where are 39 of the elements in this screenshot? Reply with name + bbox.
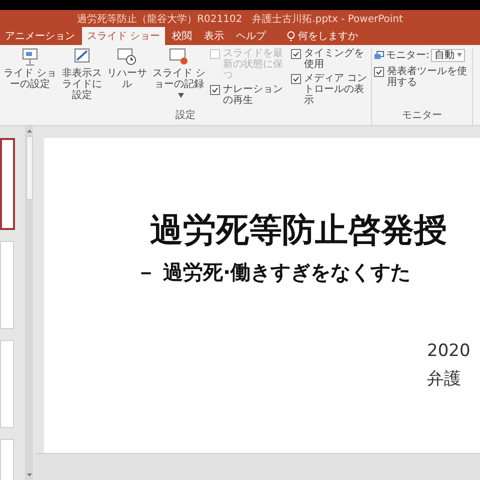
caret-icon [178,93,184,98]
checkbox[interactable]: 発表者ツールを使用する [374,66,470,88]
ribbon-button[interactable]: リハーサル [106,48,148,106]
monitor-label: モニター: [386,49,430,62]
checkmark-icon [375,68,383,76]
group-label: 設定 [174,108,196,123]
monitor-dropdown[interactable]: 自動 [431,48,466,62]
ribbon-tab[interactable]: スライド ショー [82,27,166,45]
checkmark-icon [292,50,300,58]
tell-me-button[interactable]: 何をしますか [281,27,364,45]
slide-detail-text: 2020 [427,341,472,361]
checkbox[interactable]: メディア コントロールの表示 [291,73,369,106]
ribbon-button[interactable]: ライド ショーの設定 [2,48,58,106]
ribbon-tab[interactable]: 校閲 [167,27,198,45]
caret-icon [457,53,462,57]
slide-record-icon [169,48,189,66]
ribbon-button[interactable]: 非表示スライドに設定 [61,48,103,106]
scroll-bar[interactable] [25,126,33,480]
ribbon-button[interactable]: スライド ショーの記録 [151,48,207,106]
scroll-up-icon[interactable] [26,128,32,134]
checkmark-icon [211,86,219,94]
checkbox[interactable]: ナレーションの再生 [210,84,288,106]
ribbon-tab[interactable]: 表示 [199,27,230,45]
window-title: 過労死等防止（龍谷大学）R021102 弁護士古川拓.pptx - PowerPoint [77,12,403,26]
slide-setup-icon [20,48,40,66]
ribbon-tab[interactable]: ヘルプ [231,27,272,45]
scroll-thumb[interactable] [26,136,32,200]
slide-timer-icon [117,48,137,66]
slide-title: 過労死等防止啓発授 [150,209,448,251]
group-label: モニター [401,109,443,123]
ribbon-tab[interactable]: アニメーション [0,27,80,45]
scroll-down-icon[interactable] [26,472,32,478]
monitor-icon [374,50,384,60]
lightbulb-icon [287,30,296,42]
slide-detail-text: 弁護 [427,368,462,390]
slide-thumbnail[interactable] [0,138,15,230]
slide-subtitle: － 過労死·働きすぎをなくすた [136,259,412,286]
checkbox[interactable]: タイミングを使用 [291,48,369,70]
checkmark-icon [292,75,300,83]
